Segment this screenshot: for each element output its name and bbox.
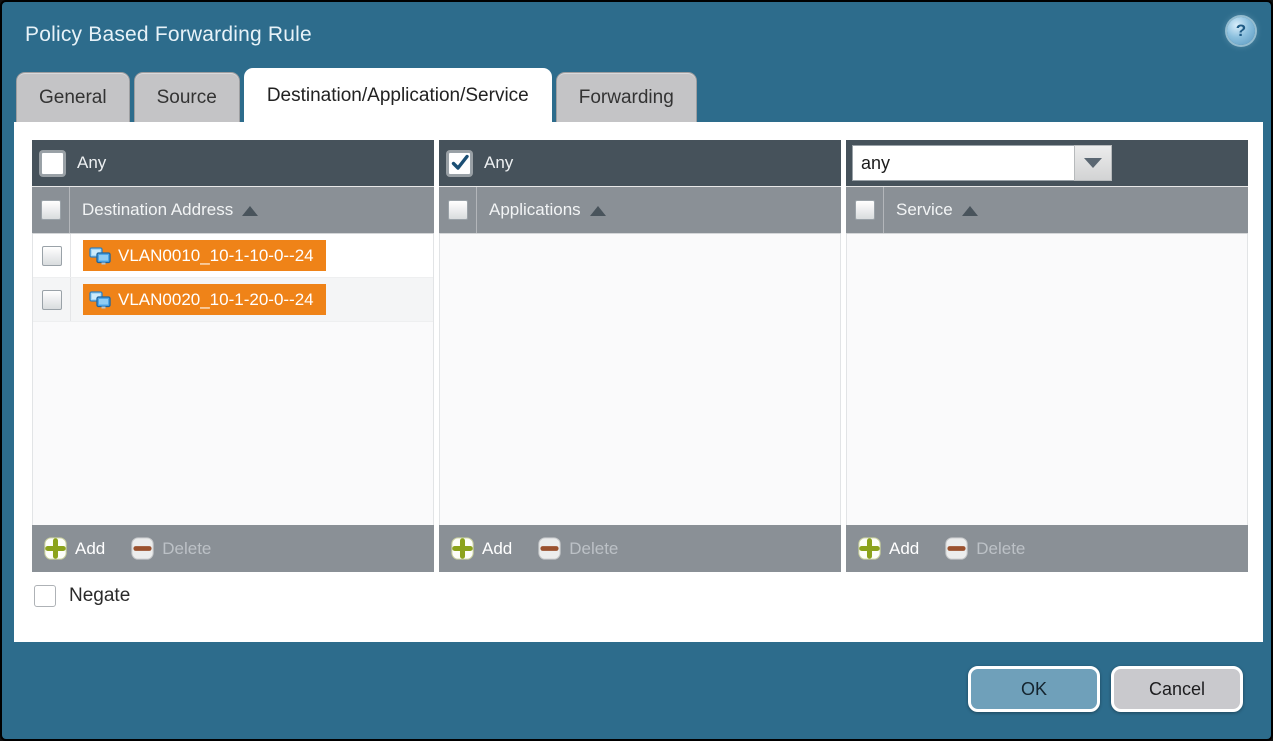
applications-any-label: Any [484, 153, 513, 173]
add-label: Add [482, 539, 512, 559]
service-type-dropdown-button[interactable] [1074, 145, 1112, 181]
tab-general-label: General [39, 87, 107, 109]
tab-general[interactable]: General [16, 72, 130, 122]
applications-any-bar: Any [439, 140, 841, 187]
applications-panel: Any Applications [439, 140, 841, 572]
applications-delete-button[interactable]: Delete [538, 537, 618, 560]
tab-destination-application-service[interactable]: Destination/Application/Service [244, 68, 552, 122]
address-chip[interactable]: VLAN0020_10-1-20-0--24 [83, 284, 326, 315]
help-glyph: ? [1236, 21, 1246, 41]
service-header-label: Service [896, 200, 953, 220]
destination-row-checkbox[interactable] [42, 290, 62, 310]
service-sort-header[interactable]: Service [884, 187, 978, 233]
destination-select-all-checkbox[interactable] [41, 200, 61, 220]
destination-row-vlan0020[interactable]: VLAN0020_10-1-20-0--24 [33, 278, 433, 322]
address-object-icon [89, 290, 111, 310]
policy-based-forwarding-dialog: Policy Based Forwarding Rule ? General S… [0, 0, 1273, 741]
delete-label: Delete [569, 539, 618, 559]
tab-destination-application-service-label: Destination/Application/Service [267, 85, 529, 107]
applications-column-header: Applications [439, 187, 841, 234]
sort-ascending-icon [962, 206, 978, 216]
address-chip-label: VLAN0010_10-1-10-0--24 [118, 246, 314, 266]
service-selector-bar [846, 140, 1248, 187]
service-toolbar: Add Delete [846, 525, 1248, 572]
destination-header-label: Destination Address [82, 200, 233, 220]
address-chip-label: VLAN0020_10-1-20-0--24 [118, 290, 314, 310]
service-type-combo [852, 145, 1112, 181]
add-icon [44, 537, 67, 560]
destination-delete-button[interactable]: Delete [131, 537, 211, 560]
add-label: Add [75, 539, 105, 559]
add-label: Add [889, 539, 919, 559]
applications-select-all-checkbox[interactable] [448, 200, 468, 220]
applications-toolbar: Add Delete [439, 525, 841, 572]
tab-source[interactable]: Source [134, 72, 240, 122]
destination-any-bar: Any [32, 140, 434, 187]
applications-any-checkbox[interactable] [448, 152, 471, 175]
sort-ascending-icon [242, 206, 258, 216]
columns-container: Any Destination Address [32, 140, 1248, 572]
negate-label: Negate [69, 585, 130, 607]
address-chip[interactable]: VLAN0010_10-1-10-0--24 [83, 240, 326, 271]
delete-icon [538, 537, 561, 560]
destination-sort-header[interactable]: Destination Address [70, 187, 258, 233]
ok-button[interactable]: OK [968, 666, 1100, 712]
negate-option: Negate [34, 585, 130, 607]
sort-ascending-icon [590, 206, 606, 216]
applications-list [439, 234, 841, 525]
delete-label: Delete [162, 539, 211, 559]
add-icon [451, 537, 474, 560]
destination-toolbar: Add Delete [32, 525, 434, 572]
negate-checkbox[interactable] [34, 585, 56, 607]
destination-row-vlan0010[interactable]: VLAN0010_10-1-10-0--24 [33, 234, 433, 278]
checkmark-icon [450, 153, 470, 173]
destination-row-checkbox[interactable] [42, 246, 62, 266]
delete-label: Delete [976, 539, 1025, 559]
service-select-all-checkbox[interactable] [855, 200, 875, 220]
tab-bar: General Source Destination/Application/S… [16, 68, 1257, 122]
destination-any-label: Any [77, 153, 106, 173]
tab-forwarding[interactable]: Forwarding [556, 72, 697, 122]
tab-source-label: Source [157, 87, 217, 109]
destination-list: VLAN0010_10-1-10-0--24 [32, 234, 434, 525]
destination-any-checkbox[interactable] [41, 152, 64, 175]
applications-add-button[interactable]: Add [451, 537, 512, 560]
service-type-input[interactable] [852, 145, 1074, 181]
chevron-down-icon [1084, 158, 1102, 168]
service-panel: Service Add [846, 140, 1248, 572]
titlebar: Policy Based Forwarding Rule ? [2, 2, 1271, 68]
destination-column-header: Destination Address [32, 187, 434, 234]
service-list [846, 234, 1248, 525]
applications-header-label: Applications [489, 200, 581, 220]
delete-icon [131, 537, 154, 560]
address-object-icon [89, 246, 111, 266]
service-column-header: Service [846, 187, 1248, 234]
tab-forwarding-label: Forwarding [579, 87, 674, 109]
service-add-button[interactable]: Add [858, 537, 919, 560]
service-delete-button[interactable]: Delete [945, 537, 1025, 560]
add-icon [858, 537, 881, 560]
destination-address-panel: Any Destination Address [32, 140, 434, 572]
destination-add-button[interactable]: Add [44, 537, 105, 560]
delete-icon [945, 537, 968, 560]
applications-sort-header[interactable]: Applications [477, 187, 606, 233]
dialog-title: Policy Based Forwarding Rule [25, 23, 312, 47]
dialog-actions: OK Cancel [968, 666, 1243, 712]
tab-content-panel: Any Destination Address [14, 122, 1263, 642]
help-icon[interactable]: ? [1227, 17, 1255, 45]
cancel-button[interactable]: Cancel [1111, 666, 1243, 712]
